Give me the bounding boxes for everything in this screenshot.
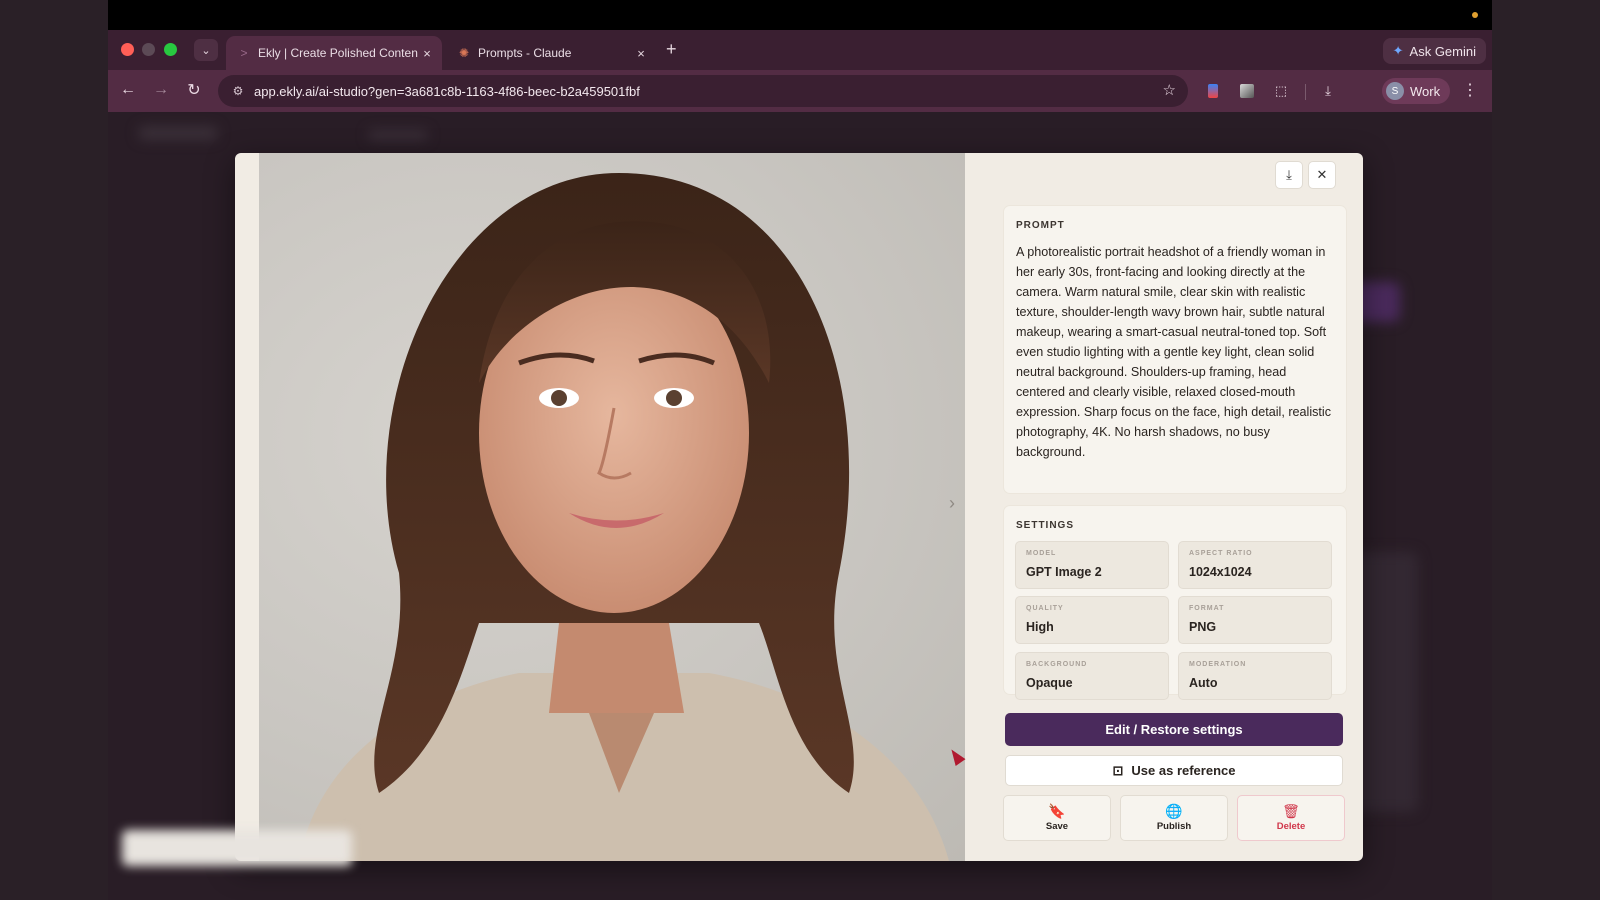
avatar: S xyxy=(1386,82,1404,100)
setting-value: Opaque xyxy=(1026,676,1073,690)
edit-restore-settings-button[interactable]: Edit / Restore settings xyxy=(1005,713,1343,746)
blurred-header-item xyxy=(138,126,218,140)
tab-close-icon[interactable]: × xyxy=(632,46,650,61)
forward-arrow-icon[interactable]: → xyxy=(149,78,173,102)
setting-value: 1024x1024 xyxy=(1189,565,1252,579)
setting-label: MODERATION xyxy=(1189,661,1247,668)
setting-label: FORMAT xyxy=(1189,605,1225,612)
bookmark-star-icon[interactable]: ☆ xyxy=(1163,81,1176,99)
use-as-reference-label: Use as reference xyxy=(1131,763,1236,778)
settings-heading: SETTINGS xyxy=(1016,520,1075,531)
setting-value: Auto xyxy=(1189,676,1218,690)
extension-image-icon[interactable] xyxy=(1237,81,1257,101)
downloads-icon[interactable]: ⤓ xyxy=(1318,81,1338,101)
setting-model: MODEL GPT Image 2 xyxy=(1015,541,1169,589)
toolbar-divider xyxy=(1305,84,1306,100)
setting-label: MODEL xyxy=(1026,550,1057,557)
browser-toolbar: ← → ↻ ⚙ app.ekly.ai/ai-studio?gen=3a681c… xyxy=(108,70,1492,112)
save-button[interactable]: 🔖 Save xyxy=(1003,795,1111,841)
setting-value: High xyxy=(1026,620,1054,634)
blurred-overlay xyxy=(122,830,352,866)
setting-label: ASPECT RATIO xyxy=(1189,550,1253,557)
gemini-icon: ✦ xyxy=(1392,43,1404,58)
ekly-favicon-icon: > xyxy=(240,46,248,60)
download-icon[interactable]: ⤓ xyxy=(1275,161,1303,189)
new-tab-icon[interactable]: + xyxy=(666,40,677,58)
extension-colorful-icon[interactable] xyxy=(1203,81,1223,101)
image-detail-modal: › ⤓ ✕ PROMPT A photorealistic portrait h… xyxy=(235,153,1363,861)
setting-moderation: MODERATION Auto xyxy=(1178,652,1332,700)
generated-image[interactable] xyxy=(259,153,965,861)
tab-claude[interactable]: ✺ Prompts - Claude × xyxy=(446,36,656,70)
address-bar[interactable]: ⚙ app.ekly.ai/ai-studio?gen=3a681c8b-116… xyxy=(218,75,1188,107)
maximize-window-button[interactable] xyxy=(164,43,177,56)
back-arrow-icon[interactable]: ← xyxy=(116,78,140,102)
tab-title: Prompts - Claude xyxy=(478,46,572,60)
setting-aspect-ratio: ASPECT RATIO 1024x1024 xyxy=(1178,541,1332,589)
use-as-reference-button[interactable]: ⊡ Use as reference xyxy=(1005,755,1343,786)
blurred-header-item xyxy=(368,130,428,140)
tab-close-icon[interactable]: × xyxy=(418,46,436,61)
tab-title: Ekly | Create Polished Conten xyxy=(258,46,418,60)
trash-icon: 🗑 xyxy=(1282,803,1300,819)
setting-value: PNG xyxy=(1189,620,1217,634)
ask-gemini-label: Ask Gemini xyxy=(1409,43,1476,59)
delete-label: Delete xyxy=(1276,821,1306,832)
next-image-chevron-icon[interactable]: › xyxy=(949,493,955,514)
setting-quality: QUALITY High xyxy=(1015,596,1169,644)
reference-image-icon: ⊡ xyxy=(1112,762,1124,778)
notification-dot xyxy=(1472,12,1478,18)
backdrop-left xyxy=(0,0,108,900)
tab-search-chevron-icon[interactable]: ⌄ xyxy=(194,39,218,61)
reload-icon[interactable]: ↻ xyxy=(182,78,206,102)
site-info-icon[interactable]: ⚙ xyxy=(228,84,248,98)
prompt-card: PROMPT A photorealistic portrait headsho… xyxy=(1003,205,1347,494)
setting-format: FORMAT PNG xyxy=(1178,596,1332,644)
settings-card: SETTINGS MODEL GPT Image 2 ASPECT RATIO … xyxy=(1003,505,1347,700)
menu-bar-strip xyxy=(108,0,1492,30)
save-label: Save xyxy=(1045,821,1069,832)
extensions-puzzle-icon[interactable]: ⬚ xyxy=(1271,81,1291,101)
bookmark-icon: 🔖 xyxy=(1048,803,1066,819)
setting-label: QUALITY xyxy=(1026,605,1064,612)
backdrop-right xyxy=(1492,0,1600,900)
more-menu-icon[interactable]: ⋮ xyxy=(1462,80,1478,100)
publish-label: Publish xyxy=(1156,821,1192,832)
close-icon[interactable]: ✕ xyxy=(1308,161,1336,189)
setting-background: BACKGROUND Opaque xyxy=(1015,652,1169,700)
portrait-photo xyxy=(299,173,949,861)
prompt-text: A photorealistic portrait headshot of a … xyxy=(1016,245,1332,459)
setting-label: BACKGROUND xyxy=(1026,661,1088,668)
minimize-window-button[interactable] xyxy=(142,43,155,56)
close-window-button[interactable] xyxy=(121,43,134,56)
profile-label: Work xyxy=(1410,83,1441,99)
details-panel: ⤓ ✕ PROMPT A photorealistic portrait hea… xyxy=(985,153,1363,861)
profile-button[interactable]: S Work xyxy=(1382,78,1451,104)
tab-bar: ⌄ > Ekly | Create Polished Conten × ✺ Pr… xyxy=(108,30,1492,70)
prompt-heading: PROMPT xyxy=(1016,220,1065,231)
claude-favicon-icon: ✺ xyxy=(458,46,470,60)
tab-ekly[interactable]: > Ekly | Create Polished Conten × xyxy=(226,36,442,70)
url-text[interactable]: app.ekly.ai/ai-studio?gen=3a681c8b-1163-… xyxy=(254,84,640,99)
delete-button[interactable]: 🗑 Delete xyxy=(1237,795,1345,841)
setting-value: GPT Image 2 xyxy=(1026,565,1102,579)
publish-button[interactable]: 🌐 Publish xyxy=(1120,795,1228,841)
ask-gemini-button[interactable]: ✦ Ask Gemini xyxy=(1382,38,1486,64)
globe-icon: 🌐 xyxy=(1165,803,1183,819)
